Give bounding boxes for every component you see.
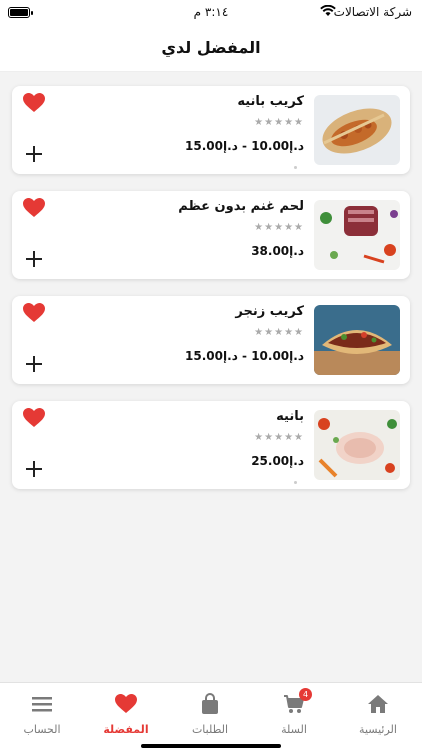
header: المفضل لدي bbox=[0, 24, 422, 72]
product-price: د.إ25.00 bbox=[251, 454, 304, 468]
tab-label: المفضلة bbox=[103, 723, 149, 736]
product-image bbox=[314, 200, 400, 270]
plus-icon[interactable] bbox=[25, 355, 43, 373]
favorite-card[interactable]: كريب بانيه ★★★★★ د.إ10.00 - د.إ15.00 bbox=[12, 86, 410, 174]
clock: ٣:١٤ م bbox=[193, 5, 229, 19]
plus-icon[interactable] bbox=[25, 250, 43, 268]
heart-icon[interactable] bbox=[23, 93, 45, 113]
carrier-label: شركة الاتصالات bbox=[333, 5, 412, 19]
home-indicator bbox=[141, 744, 281, 748]
favorite-card[interactable]: بانيه ★★★★★ د.إ25.00 bbox=[12, 401, 410, 489]
heart-icon[interactable] bbox=[23, 198, 45, 218]
product-price: د.إ38.00 bbox=[251, 244, 304, 258]
tab-account[interactable]: الحساب bbox=[0, 683, 84, 750]
cart-badge: 4 bbox=[299, 688, 312, 701]
divider-dot bbox=[294, 481, 297, 484]
tab-bar: الحساب المفضلة الطلبات 4 السلة الرئيسية bbox=[0, 682, 422, 750]
divider-dot bbox=[294, 166, 297, 169]
rating-stars: ★★★★★ bbox=[254, 117, 304, 128]
plus-icon[interactable] bbox=[25, 460, 43, 478]
battery-icon bbox=[8, 7, 33, 18]
rating-stars: ★★★★★ bbox=[254, 432, 304, 443]
wifi-icon bbox=[320, 4, 336, 20]
product-name: كريب زنجر bbox=[235, 304, 304, 319]
heart-icon[interactable] bbox=[23, 408, 45, 428]
product-name: بانيه bbox=[276, 409, 304, 424]
menu-icon bbox=[31, 693, 53, 715]
product-image bbox=[314, 410, 400, 480]
rating-stars: ★★★★★ bbox=[254, 222, 304, 233]
rating-stars: ★★★★★ bbox=[254, 327, 304, 338]
tab-label: الحساب bbox=[23, 723, 61, 736]
tab-label: الرئيسية bbox=[359, 723, 397, 736]
page-title: المفضل لدي bbox=[161, 38, 261, 57]
tab-favorites[interactable]: المفضلة bbox=[84, 683, 168, 750]
status-bar: شركة الاتصالات ٣:١٤ م bbox=[0, 0, 422, 24]
tab-label: السلة bbox=[281, 723, 307, 736]
tab-home[interactable]: الرئيسية bbox=[336, 683, 420, 750]
favorite-card[interactable]: لحم غنم بدون عظم ★★★★★ د.إ38.00 bbox=[12, 191, 410, 279]
tab-cart[interactable]: 4 السلة bbox=[252, 683, 336, 750]
tab-orders[interactable]: الطلبات bbox=[168, 683, 252, 750]
bag-icon bbox=[199, 693, 221, 715]
product-name: كريب بانيه bbox=[237, 94, 304, 109]
product-price: د.إ10.00 - د.إ15.00 bbox=[185, 139, 304, 153]
product-image bbox=[314, 305, 400, 375]
plus-icon[interactable] bbox=[25, 145, 43, 163]
product-price: د.إ10.00 - د.إ15.00 bbox=[185, 349, 304, 363]
favorite-card[interactable]: كريب زنجر ★★★★★ د.إ10.00 - د.إ15.00 bbox=[12, 296, 410, 384]
heart-icon[interactable] bbox=[23, 303, 45, 323]
tab-label: الطلبات bbox=[191, 723, 229, 736]
heart-icon bbox=[115, 693, 137, 715]
product-name: لحم غنم بدون عظم bbox=[178, 199, 304, 214]
home-icon bbox=[367, 693, 389, 715]
product-image bbox=[314, 95, 400, 165]
